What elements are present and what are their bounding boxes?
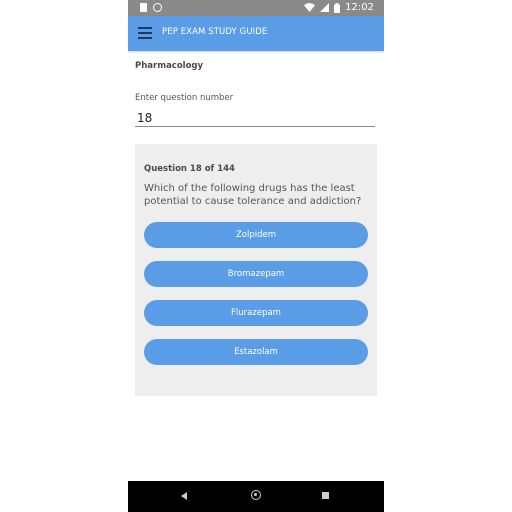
- battery-icon: [334, 2, 341, 13]
- quiz-card: Question 18 of 144 Which of the followin…: [135, 144, 377, 396]
- home-icon[interactable]: [251, 490, 261, 500]
- page: 12:02 PEP EXAM STUDY GUIDE Pharmacology …: [0, 0, 512, 512]
- answer-button-2[interactable]: Bromazepam: [144, 261, 368, 287]
- status-bar-system: 12:02: [304, 2, 374, 13]
- section-title: Pharmacology: [135, 61, 204, 71]
- notification-doc-icon: [140, 3, 147, 12]
- question-number-input[interactable]: [135, 109, 375, 127]
- status-time: 12:02: [345, 2, 374, 13]
- back-icon[interactable]: [181, 492, 187, 500]
- app-title: PEP EXAM STUDY GUIDE: [162, 27, 268, 37]
- answer-button-1[interactable]: Zolpidem: [144, 222, 368, 248]
- sync-icon: [153, 3, 162, 12]
- answer-button-3[interactable]: Flurazepam: [144, 300, 368, 326]
- question-number-label: Enter question number: [135, 93, 234, 103]
- app-bar: PEP EXAM STUDY GUIDE: [128, 16, 384, 51]
- signal-icon: [320, 3, 330, 12]
- question-text: Which of the following drugs has the lea…: [144, 183, 362, 207]
- phone-screen: 12:02 PEP EXAM STUDY GUIDE Pharmacology …: [128, 0, 384, 512]
- recents-icon[interactable]: [322, 492, 329, 499]
- navigation-bar: [128, 481, 384, 512]
- hamburger-menu-icon[interactable]: [138, 27, 152, 39]
- status-bar-notifications: [140, 3, 162, 12]
- wifi-icon: [304, 3, 316, 12]
- answer-button-4[interactable]: Estazolam: [144, 339, 368, 365]
- status-bar: 12:02: [128, 0, 384, 16]
- question-counter: Question 18 of 144: [144, 164, 235, 174]
